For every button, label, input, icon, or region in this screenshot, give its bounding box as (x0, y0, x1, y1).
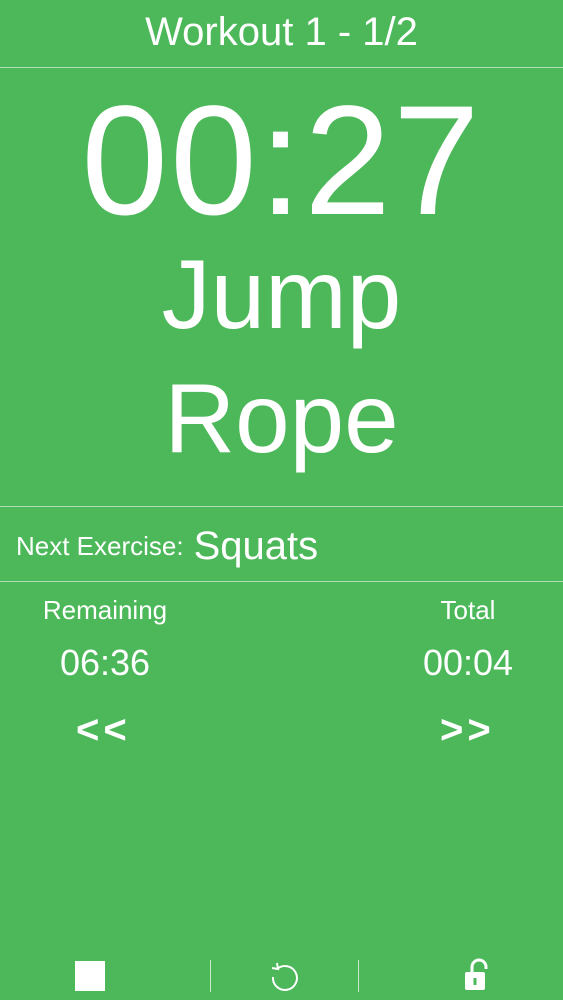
next-divider (0, 581, 563, 582)
stop-icon (75, 961, 105, 991)
current-exercise-line-2: Rope (164, 363, 399, 473)
next-exercise-label: Next Exercise: (16, 530, 184, 561)
next-exercise-value: Squats (193, 523, 319, 568)
previous-exercise-button[interactable]: << (76, 708, 131, 753)
toolbar-separator (210, 960, 211, 992)
next-exercise-row: Next Exercise: Squats (16, 518, 318, 574)
interval-timer: 00:27 (81, 74, 482, 248)
restart-button[interactable] (268, 960, 302, 994)
restart-icon (271, 962, 298, 991)
unlock-icon (465, 958, 488, 990)
remaining-label: Remaining (42, 595, 168, 625)
total-stat: Total 00:04 (393, 592, 543, 688)
workout-title: Workout 1 - 1/2 (145, 10, 418, 54)
current-exercise-line-1: Jump (161, 239, 402, 349)
remaining-time: 06:36 (59, 642, 151, 683)
current-exercise-name: Jump Rope (0, 232, 563, 480)
workout-screen: Workout 1 - 1/2 00:27 Jump Rope Next Exe… (0, 0, 563, 1000)
header-divider (0, 67, 563, 68)
stop-button[interactable] (74, 960, 106, 992)
total-time: 00:04 (422, 642, 514, 683)
remaining-stat: Remaining 06:36 (30, 592, 180, 688)
exercise-divider (0, 506, 563, 507)
toolbar-separator (358, 960, 359, 992)
lock-button[interactable] (462, 958, 490, 992)
total-label: Total (440, 595, 496, 625)
next-exercise-button[interactable]: >> (440, 708, 495, 753)
